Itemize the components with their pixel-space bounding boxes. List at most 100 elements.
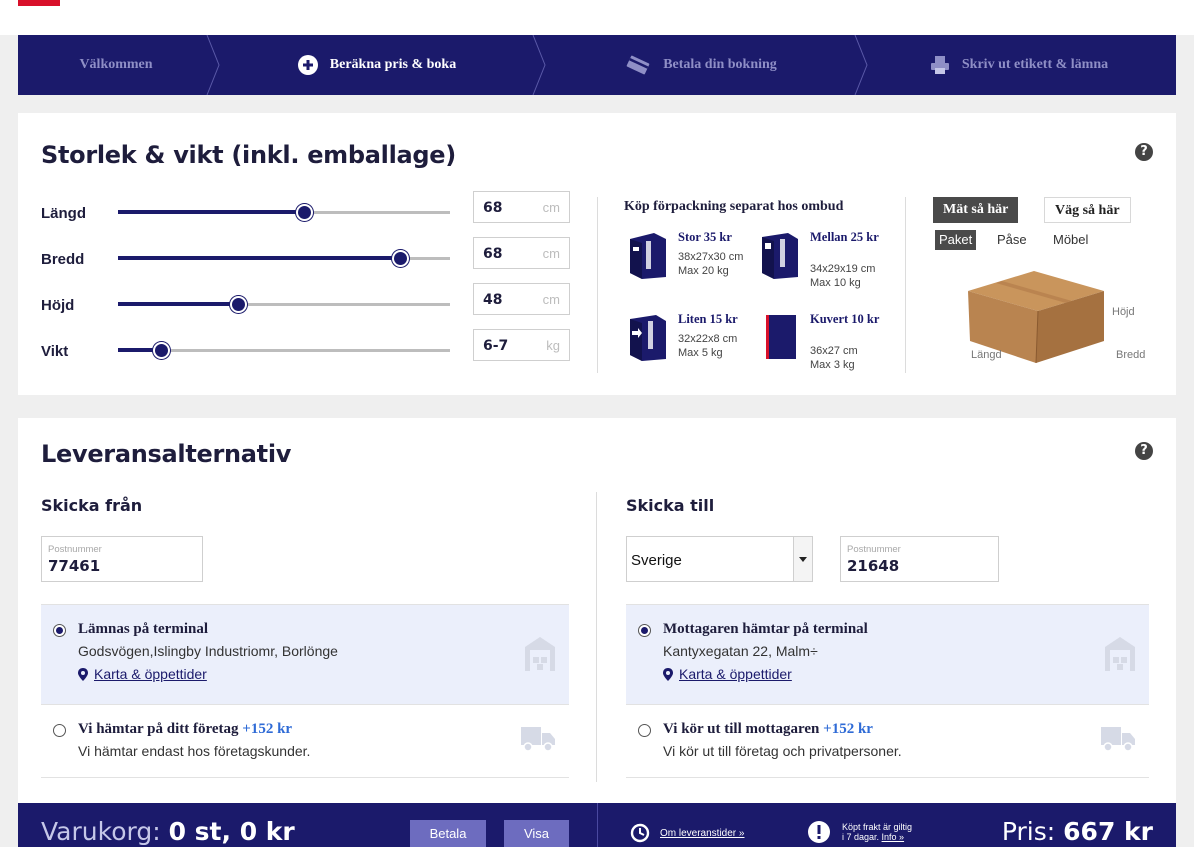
tab-how-to-measure[interactable]: Mät så här [933, 197, 1019, 223]
booking-steps: Välkommen Beräkna pris & boka Betala din… [18, 35, 1176, 95]
subtab-bag[interactable]: Påse [993, 230, 1031, 250]
country-value: Sverige [631, 552, 682, 569]
cart-value: 0 st, 0 kr [168, 817, 295, 846]
brand-logo[interactable] [18, 0, 60, 6]
height-value: 48 [483, 292, 503, 308]
slider-handle[interactable] [153, 342, 170, 359]
option-title: Vi hämtar på ditt företag +152 kr [78, 721, 292, 738]
map-hours-link[interactable]: Karta & öppettider [78, 666, 207, 684]
step-calculate-book[interactable]: Beräkna pris & boka [214, 35, 546, 95]
validity-note: Köpt frakt är giltig i 7 dagar. Info » [842, 822, 912, 842]
weight-slider-row: Vikt 6-7 kg [41, 329, 571, 363]
cart-label: Varukorg: [41, 817, 161, 846]
from-postcode-field[interactable]: Postnummer 77461 [41, 536, 203, 582]
weight-input[interactable]: 6-7 kg [473, 329, 570, 361]
chevron-down-icon[interactable] [793, 537, 812, 581]
send-from-title: Skicka från [41, 496, 143, 515]
country-select[interactable]: Sverige [626, 536, 813, 582]
divider [597, 803, 598, 847]
box-width-label: Bredd [1116, 349, 1146, 361]
slider-handle[interactable] [392, 250, 409, 267]
pay-button[interactable]: Betala [410, 820, 486, 847]
price-label: Pris: [1001, 817, 1056, 846]
delivery-times-link[interactable]: Om leveranstider » [660, 828, 744, 839]
weight-slider[interactable] [118, 342, 450, 359]
slider-fill [118, 210, 304, 214]
slider-handle[interactable] [296, 204, 313, 221]
to-option-home-delivery[interactable]: Vi kör ut till mottagaren +152 kr Vi kör… [626, 704, 1149, 778]
height-slider-row: Höjd 48 cm [41, 283, 571, 317]
clock-icon [630, 823, 650, 843]
package-weight: Max 10 kg [810, 277, 861, 289]
to-option-terminal[interactable]: Mottagaren hämtar på terminal Kantyxegat… [626, 604, 1149, 704]
height-unit: cm [542, 292, 560, 307]
radio-button[interactable] [638, 724, 651, 737]
from-option-pickup[interactable]: Vi hämtar på ditt företag +152 kr Vi häm… [41, 704, 569, 778]
radio-button[interactable] [638, 624, 651, 637]
subtab-package[interactable]: Paket [935, 230, 977, 250]
package-dims: 34x29x19 cm [810, 263, 876, 275]
printer-icon [930, 55, 950, 75]
package-weight: Max 20 kg [678, 265, 729, 277]
height-slider[interactable] [118, 296, 450, 313]
validity-text: i 7 dagar. [842, 832, 880, 842]
tab-how-to-weigh[interactable]: Väg så här [1044, 197, 1131, 223]
width-label: Bredd [41, 251, 85, 268]
show-button[interactable]: Visa [504, 820, 569, 847]
length-slider[interactable] [118, 204, 450, 221]
package-dims: 32x22x8 cm [678, 333, 738, 345]
step-welcome[interactable]: Välkommen [18, 35, 220, 95]
weight-unit: kg [546, 338, 560, 353]
option-title-text: Vi kör ut till mottagaren [663, 721, 820, 737]
header-strip [0, 0, 1194, 35]
height-label: Höjd [41, 297, 75, 314]
divider [596, 492, 597, 782]
package-kuvert[interactable]: Kuvert 10 kr 36x27 cm Max 3 kg [760, 313, 900, 383]
terminal-address: Kantyxegatan 22, Malm÷ [663, 643, 818, 659]
package-name: Mellan 25 kr [810, 230, 879, 244]
info-alert-icon [808, 821, 830, 843]
slider-handle[interactable] [230, 296, 247, 313]
length-input[interactable]: 68 cm [473, 191, 570, 223]
map-hours-link[interactable]: Karta & öppettider [663, 666, 792, 684]
package-dims: 36x27 cm [810, 345, 858, 357]
package-mellan[interactable]: Mellan 25 kr 34x29x19 cm Max 10 kg [760, 231, 900, 301]
width-value: 68 [483, 246, 503, 262]
package-name: Liten 15 kr [678, 312, 738, 326]
link-text: Karta & öppettider [679, 666, 792, 682]
package-name: Kuvert 10 kr [810, 312, 880, 326]
step-label: Beräkna pris & boka [329, 57, 457, 72]
from-option-terminal[interactable]: Lämnas på terminal Godsvögen,Islingby In… [41, 604, 569, 704]
width-unit: cm [542, 246, 560, 261]
price-value: 667 kr [1063, 817, 1153, 846]
slider-fill [118, 256, 400, 260]
length-value: 68 [483, 200, 503, 216]
help-icon[interactable]: ? [1135, 143, 1153, 161]
packaging-title: Köp förpackning separat hos ombud [624, 199, 844, 214]
info-link[interactable]: Info » [882, 832, 905, 842]
to-postcode-field[interactable]: Postnummer 21648 [840, 536, 999, 582]
radio-button[interactable] [53, 724, 66, 737]
length-slider-row: Längd 68 cm [41, 191, 571, 225]
height-input[interactable]: 48 cm [473, 283, 570, 315]
width-input[interactable]: 68 cm [473, 237, 570, 269]
slider-fill [118, 302, 238, 306]
option-extra-cost: +152 kr [823, 721, 873, 737]
step-pay[interactable]: Betala din bokning [540, 35, 868, 95]
link-text: Karta & öppettider [94, 666, 207, 682]
package-stor[interactable]: Stor 35 kr 38x27x30 cm Max 20 kg [628, 231, 768, 301]
help-icon[interactable]: ? [1135, 442, 1153, 460]
width-slider[interactable] [118, 250, 450, 267]
weight-value: 6-7 [483, 338, 509, 354]
option-title: Lämnas på terminal [78, 621, 209, 637]
package-weight: Max 3 kg [810, 359, 855, 371]
envelope-icon [766, 315, 796, 359]
truck-icon [521, 727, 555, 752]
radio-button[interactable] [53, 624, 66, 637]
package-liten[interactable]: Liten 15 kr 32x22x8 cm Max 5 kg [628, 313, 768, 383]
cart-summary: Varukorg: 0 st, 0 kr [41, 817, 295, 846]
step-print-label[interactable]: Skriv ut etikett & lämna [862, 35, 1176, 95]
subtab-furniture[interactable]: Möbel [1049, 230, 1092, 250]
warehouse-icon [525, 637, 555, 671]
map-pin-icon [78, 668, 88, 684]
